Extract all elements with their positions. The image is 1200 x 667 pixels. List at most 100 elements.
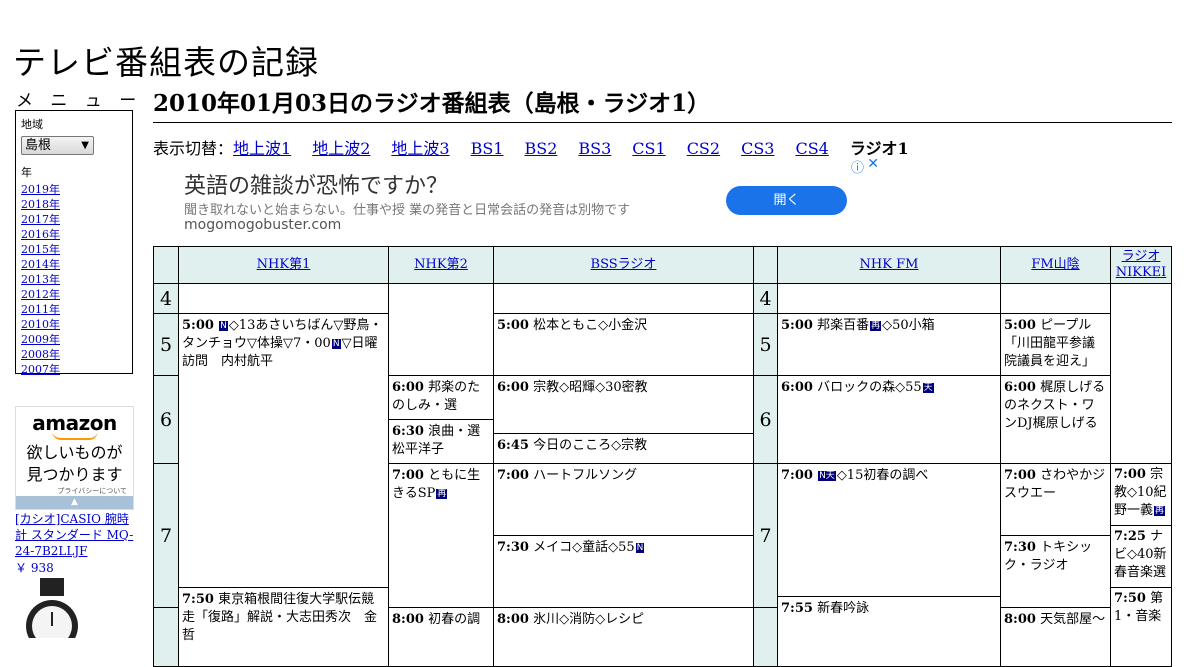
text-ad[interactable]: 英語の雑談が恐怖ですか？ 聞き取れないと始まらない。仕事や授 業の発音と日常会話… (153, 156, 881, 244)
ad-title[interactable]: 英語の雑談が恐怖ですか？ (184, 168, 448, 200)
program-time: 7:50 (1114, 591, 1146, 606)
amazon-expand-bar[interactable]: ▲ (16, 496, 133, 509)
schedule-grid: NHK第1 NHK第2 BSSラジオ NHK FM FM山陰 ラジオNIKKEI… (153, 246, 1172, 667)
program-cell-empty (388, 283, 494, 376)
channel-link-nhk1[interactable]: NHK第1 (257, 257, 311, 273)
year-link[interactable]: 2016年 (21, 227, 127, 242)
region-select[interactable]: 島根 ▼ (21, 136, 94, 155)
year-link[interactable]: 2018年 (21, 197, 127, 212)
header-corner-left (153, 246, 179, 284)
watch-icon[interactable] (20, 578, 84, 638)
channel-link-nhk2[interactable]: NHK第2 (414, 257, 468, 273)
program-cell[interactable]: 6:00 梶原しげるのネクスト・ワンDJ梶原しげる (1000, 375, 1111, 464)
program-title-cont: ◇50小箱 (882, 318, 935, 333)
program-title: バロックの森◇55 (817, 380, 922, 395)
program-time: 7:00 (1114, 467, 1146, 482)
year-link[interactable]: 2007年 (21, 362, 127, 377)
program-cell[interactable]: 7:00 ともに生きるSP 再 (388, 463, 494, 608)
ad-info-icon[interactable]: ⓘ (851, 157, 864, 176)
program-cell[interactable]: 7:00 宗教◇10紀野一義再 (1110, 463, 1172, 526)
program-title: 松本ともこ◇小金沢 (533, 318, 648, 333)
program-cell[interactable]: 6:00 邦楽のたのしみ・選 (388, 375, 494, 420)
program-cell[interactable]: 7:00 N天 ◇15初春の調べ (777, 463, 1001, 597)
ad-open-button[interactable]: 開く (726, 186, 847, 215)
amazon-logo: amazon (32, 411, 117, 435)
weather-icon: 天 (922, 383, 934, 393)
program-cell[interactable]: 7:50 第1・音楽 (1110, 587, 1172, 667)
channel-link-fmsanin[interactable]: FM山陰 (1031, 257, 1079, 273)
year-link[interactable]: 2015年 (21, 242, 127, 257)
program-title: 新春吟詠 (817, 601, 870, 616)
amazon-privacy-link[interactable]: プライバシーについて (16, 486, 133, 496)
year-link[interactable]: 2012年 (21, 287, 127, 302)
program-cell[interactable]: 5:00 松本ともこ◇小金沢 (493, 313, 754, 376)
program-time: 7:00 (781, 468, 813, 483)
channel-link-nikkei[interactable]: ラジオNIKKEI (1113, 249, 1169, 281)
year-link[interactable]: 2017年 (21, 212, 127, 227)
program-time: 5:00 (781, 318, 813, 333)
product-link[interactable]: [カシオ]CASIO 腕時計 スタンダード MQ-24-7B2LLJF (15, 511, 140, 559)
program-time: 7:55 (781, 601, 813, 616)
menu-box: 地域 島根 ▼ 年 2019年 2018年 2017年 2016年 2015年 … (15, 110, 133, 377)
program-title: ハートフルソング (533, 468, 638, 483)
program-cell[interactable]: 8:00 天気部屋～ (1000, 607, 1111, 667)
year-link[interactable]: 2011年 (21, 302, 127, 317)
channel-link-bss[interactable]: BSSラジオ (591, 257, 657, 273)
year-list: 2019年 2018年 2017年 2016年 2015年 2014年 2013… (21, 182, 127, 377)
year-label: 年 (21, 166, 32, 179)
program-title: 今日のこころ◇宗教 (533, 438, 648, 453)
site-title: テレビ番組表の記録 (13, 43, 319, 83)
year-link[interactable]: 2009年 (21, 332, 127, 347)
hour-label-next (153, 607, 179, 667)
program-time: 6:00 (497, 380, 529, 395)
header-corner-mid (753, 246, 778, 284)
program-cell[interactable]: 6:00 バロックの森◇55 天 (777, 375, 1001, 464)
program-cell[interactable]: 7:00 ハートフルソング (493, 463, 754, 536)
year-link[interactable]: 2010年 (21, 317, 127, 332)
program-cell[interactable]: 6:00 宗教◇昭輝◇30密教 (493, 375, 754, 434)
hour-label: 7 (753, 463, 778, 608)
program-time: 7:30 (497, 540, 529, 555)
program-cell[interactable]: 5:00 ピープル「川田龍平参議院議員を迎え」 (1000, 313, 1111, 376)
program-cell[interactable]: 6:45 今日のこころ◇宗教 (493, 433, 754, 464)
ad-close-icon[interactable]: ✕ (867, 156, 879, 172)
program-time: 7:00 (1004, 468, 1036, 483)
program-cell[interactable]: 7:50 東京箱根間往復大学駅伝競走「復路」解説・大志田秀次 金哲 (178, 587, 389, 667)
hour-label-next (753, 607, 778, 667)
program-time: 8:00 (392, 612, 424, 627)
program-cell[interactable]: 6:30 浪曲・選 松平洋子 (388, 419, 494, 464)
program-time: 7:00 (392, 468, 424, 483)
program-cell[interactable]: 8:00 氷川◇消防◇レシピ (493, 607, 754, 667)
page-heading: 2010年01月03日のラジオ番組表（島根・ラジオ1） (153, 84, 1172, 123)
program-title: 宗教◇昭輝◇30密教 (533, 380, 648, 395)
year-link[interactable]: 2013年 (21, 272, 127, 287)
program-cell[interactable]: 5:00 邦楽百番再 ◇50小箱 (777, 313, 1001, 376)
program-cell[interactable]: 7:25 ナビ◇40新春音楽選 (1110, 525, 1172, 588)
program-time: 6:45 (497, 438, 529, 453)
hour-label: 4 (753, 283, 778, 314)
amazon-ad[interactable]: amazon 欲しいものが 見つかります プライバシーについて ▲ (15, 406, 134, 510)
program-cell[interactable]: 7:30 トキシック・ラジオ (1000, 535, 1111, 608)
region-label: 地域 (21, 118, 43, 131)
channel-header-fmsanin: FM山陰 (1000, 246, 1111, 284)
dropdown-arrow-icon: ▼ (81, 140, 89, 151)
program-cell[interactable]: 7:55 新春吟詠 (777, 596, 1001, 667)
channel-link-nhkfm[interactable]: NHK FM (860, 257, 919, 273)
channel-header-nhk2: NHK第2 (388, 246, 494, 284)
program-cell[interactable]: 5:00 N ◇13あさいちばん▽野鳥・タンチョウ▽体操▽7・00 N ▽日曜訪問 内… (178, 313, 389, 588)
program-title: 初春の調 (428, 612, 481, 627)
program-cell[interactable]: 7:30 メイコ◇童話◇55 N (493, 535, 754, 608)
program-time: 8:00 (497, 612, 529, 627)
year-link[interactable]: 2019年 (21, 182, 127, 197)
program-cell-empty (178, 283, 389, 314)
year-link[interactable]: 2008年 (21, 347, 127, 362)
program-time: 7:25 (1114, 529, 1146, 544)
program-cell[interactable]: 7:00 さわやかジスウエー (1000, 463, 1111, 536)
hour-label: 6 (153, 375, 179, 464)
rerun-icon: 再 (436, 489, 448, 499)
news-weather-icon: N天 (818, 471, 836, 481)
year-link[interactable]: 2014年 (21, 257, 127, 272)
product-price: ￥ 938 (15, 561, 54, 575)
program-cell[interactable]: 8:00 初春の調 (388, 607, 494, 667)
hour-label: 7 (153, 463, 179, 608)
